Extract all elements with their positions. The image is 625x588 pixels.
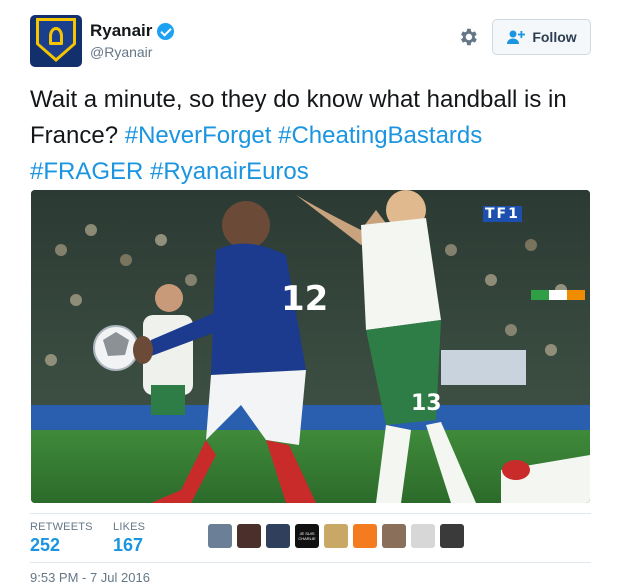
- likes-label: LIKES: [113, 521, 146, 533]
- retweets-count[interactable]: 252: [30, 535, 60, 556]
- liker-avatars: JE SUIS CHARLIE: [208, 524, 464, 548]
- liker-avatar-8[interactable]: [411, 524, 435, 548]
- hashtag-link[interactable]: #FRAGER: [30, 158, 143, 185]
- liker-avatar-4[interactable]: JE SUIS CHARLIE: [295, 524, 319, 548]
- liker-avatar-9[interactable]: [440, 524, 464, 548]
- harp-icon: [49, 27, 63, 45]
- gear-icon[interactable]: [457, 26, 479, 48]
- tweet-timestamp[interactable]: 9:53 PM - 7 Jul 2016: [30, 570, 150, 585]
- ryanair-crest-avatar[interactable]: [30, 15, 82, 67]
- hashtag-link[interactable]: #RyanairEuros: [150, 158, 309, 185]
- verified-badge-icon: [157, 22, 175, 40]
- tf1-logo: TF1: [479, 206, 527, 224]
- follow-label: Follow: [532, 29, 577, 45]
- divider: [30, 562, 591, 563]
- tweet-text: Wait a minute, so they do know what hand…: [30, 82, 600, 190]
- liker-avatar-3[interactable]: [266, 524, 290, 548]
- tf1-logo-text: TF1: [483, 206, 522, 222]
- football-match-photo[interactable]: 12 13: [31, 190, 590, 503]
- author-handle[interactable]: @Ryanair: [90, 44, 152, 60]
- likes-count[interactable]: 167: [113, 535, 143, 556]
- match-photo-drawing: 12 13: [31, 190, 590, 503]
- hashtag-link[interactable]: #CheatingBastards: [278, 122, 482, 149]
- hashtag-link[interactable]: #NeverForget: [125, 122, 272, 149]
- add-user-icon: [507, 30, 526, 44]
- retweets-label: RETWEETS: [30, 521, 93, 533]
- divider: [30, 513, 591, 514]
- liker-avatar-text: JE SUIS CHARLIE: [298, 531, 316, 541]
- liker-avatar-1[interactable]: [208, 524, 232, 548]
- liker-avatar-2[interactable]: [237, 524, 261, 548]
- tweet-card: Ryanair @Ryanair Follow Wait a minute, s…: [0, 0, 625, 588]
- follow-button[interactable]: Follow: [492, 19, 591, 55]
- liker-avatar-6[interactable]: [353, 524, 377, 548]
- liker-avatar-7[interactable]: [382, 524, 406, 548]
- svg-text:12: 12: [281, 279, 328, 319]
- author-name-row[interactable]: Ryanair: [90, 21, 175, 41]
- svg-text:13: 13: [411, 391, 442, 416]
- author-display-name[interactable]: Ryanair: [90, 21, 152, 41]
- liker-avatar-5[interactable]: [324, 524, 348, 548]
